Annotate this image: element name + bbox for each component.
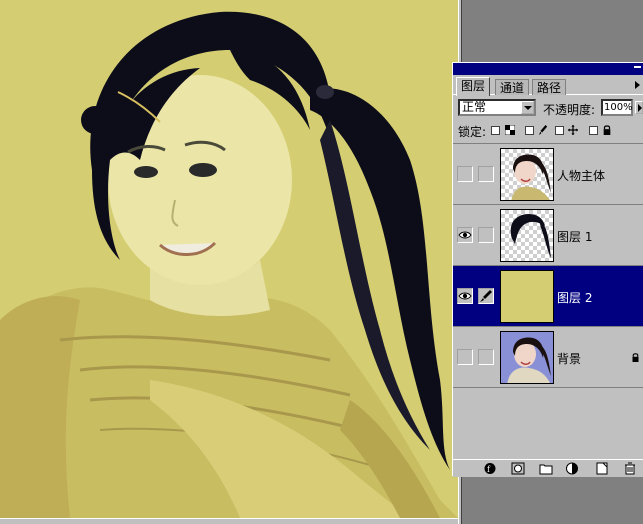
new-layer-icon[interactable] bbox=[595, 462, 609, 475]
blend-row: 正常 不透明度: 100% bbox=[453, 97, 643, 117]
lock-all-checkbox[interactable] bbox=[589, 126, 598, 135]
add-mask-icon[interactable] bbox=[511, 462, 525, 475]
lock-image-checkbox[interactable] bbox=[525, 126, 534, 135]
visibility-toggle[interactable] bbox=[457, 288, 473, 304]
layer-thumbnail bbox=[500, 148, 554, 201]
opacity-label: 不透明度: bbox=[543, 103, 596, 117]
transparency-lock-icon bbox=[505, 125, 515, 135]
opacity-slider-arrow-icon[interactable] bbox=[635, 101, 643, 114]
layer-thumbnail bbox=[500, 209, 554, 262]
tab-paths[interactable]: 路径 bbox=[532, 79, 567, 95]
tab-channels[interactable]: 通道 bbox=[495, 79, 530, 95]
layer-list: 人物主体 图层 1 图层 2 背景 bbox=[453, 143, 643, 459]
layer-style-icon[interactable]: f bbox=[483, 462, 497, 475]
layer-name: 背景 bbox=[557, 352, 582, 366]
palette-titlebar[interactable] bbox=[453, 63, 643, 75]
move-icon bbox=[568, 125, 578, 135]
adjustment-layer-icon[interactable] bbox=[565, 462, 579, 475]
minimize-icon[interactable] bbox=[634, 66, 641, 68]
layer-row-layer-1[interactable]: 图层 1 bbox=[453, 205, 643, 266]
lock-label: 锁定: bbox=[458, 125, 487, 139]
brush-icon bbox=[480, 290, 492, 302]
brush-icon bbox=[538, 125, 548, 135]
link-toggle[interactable] bbox=[478, 349, 494, 365]
blend-mode-value: 正常 bbox=[462, 100, 487, 114]
eye-icon bbox=[458, 231, 472, 239]
lock-icon bbox=[603, 125, 611, 135]
lock-icon bbox=[632, 353, 639, 362]
visibility-toggle[interactable] bbox=[457, 227, 473, 243]
link-toggle[interactable] bbox=[478, 227, 494, 243]
link-toggle[interactable] bbox=[478, 166, 494, 182]
document-canvas[interactable] bbox=[0, 0, 458, 518]
layer-thumbnail bbox=[500, 270, 554, 323]
palette-tabs: 图层 通道 路径 bbox=[453, 77, 643, 96]
layers-palette: 图层 通道 路径 正常 不透明度: 100% 锁定: 人物主体 图层 1 图层 … bbox=[452, 62, 643, 477]
layer-thumbnail bbox=[500, 331, 554, 384]
lock-transparency-checkbox[interactable] bbox=[491, 126, 500, 135]
layer-name: 图层 1 bbox=[557, 230, 593, 244]
layer-name: 人物主体 bbox=[557, 169, 606, 183]
layer-name: 图层 2 bbox=[557, 291, 593, 305]
lock-row: 锁定: bbox=[453, 121, 643, 139]
chevron-down-icon[interactable] bbox=[521, 101, 534, 114]
eye-icon bbox=[458, 292, 472, 300]
palette-menu-icon[interactable] bbox=[635, 81, 640, 89]
lock-position-checkbox[interactable] bbox=[555, 126, 564, 135]
visibility-toggle[interactable] bbox=[457, 166, 473, 182]
visibility-toggle[interactable] bbox=[457, 349, 473, 365]
edit-toggle[interactable] bbox=[478, 288, 494, 304]
canvas-scrollbar-horizontal[interactable] bbox=[0, 518, 458, 524]
trash-icon[interactable] bbox=[623, 462, 637, 475]
blend-mode-select[interactable]: 正常 bbox=[458, 99, 536, 116]
palette-bottom-toolbar: f bbox=[453, 459, 643, 477]
portrait-photo bbox=[0, 11, 458, 518]
folder-icon[interactable] bbox=[539, 462, 553, 475]
tab-layers[interactable]: 图层 bbox=[456, 77, 491, 96]
layer-row-background[interactable]: 背景 bbox=[453, 327, 643, 388]
opacity-field[interactable]: 100% bbox=[601, 99, 633, 116]
layer-row-subject[interactable]: 人物主体 bbox=[453, 144, 643, 205]
layer-row-layer-2[interactable]: 图层 2 bbox=[453, 266, 643, 327]
